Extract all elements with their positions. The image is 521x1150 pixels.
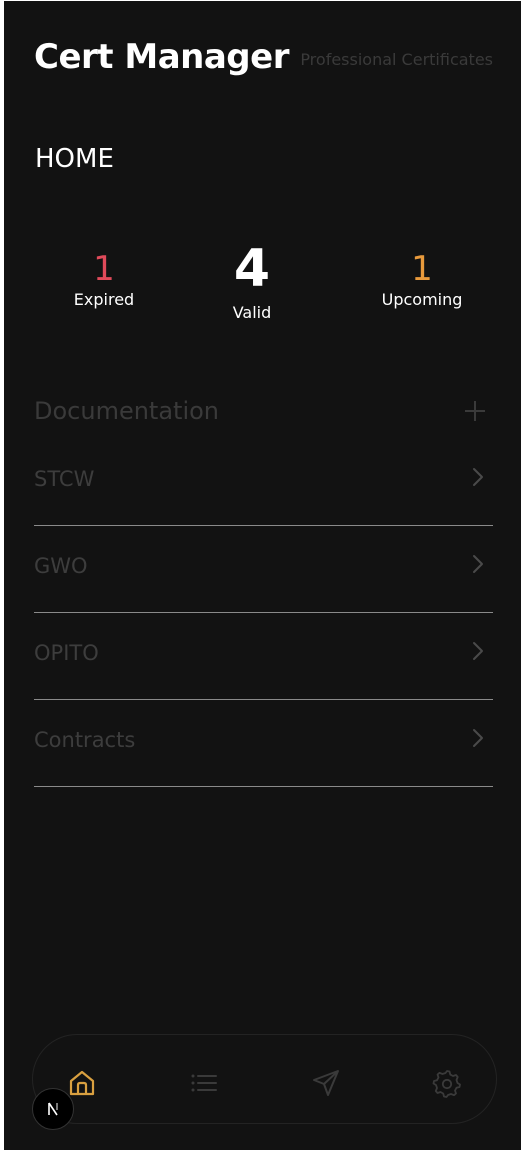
nav-list[interactable] [189, 1068, 219, 1098]
stats-summary: 1 Expired 4 Valid 1 Upcoming [34, 243, 493, 333]
stat-expired[interactable]: 1 Expired [34, 243, 174, 309]
chevron-right-icon [471, 641, 485, 665]
documentation-title: Documentation [34, 397, 220, 425]
gear-icon [432, 1070, 461, 1098]
doc-item-contracts[interactable]: Contracts [34, 700, 493, 787]
nav-home[interactable] [67, 1068, 97, 1098]
chevron-right-icon [471, 467, 485, 491]
next-logo-icon [48, 1102, 58, 1116]
doc-item-label: OPITO [34, 641, 99, 665]
home-icon [69, 1070, 95, 1096]
documentation-header: Documentation [34, 391, 493, 431]
app-header: Cert Manager Professional Certificates [34, 37, 493, 77]
page-title: HOME [35, 144, 114, 174]
stat-expired-value: 1 [93, 249, 115, 289]
documentation-list: STCW GWO OPITO Contracts [34, 439, 493, 787]
app-subtitle: Professional Certificates [300, 49, 493, 69]
stat-upcoming[interactable]: 1 Upcoming [352, 243, 492, 309]
stat-valid[interactable]: 4 Valid [182, 243, 322, 322]
plus-icon[interactable] [463, 399, 487, 423]
doc-item-opito[interactable]: OPITO [34, 613, 493, 700]
doc-item-gwo[interactable]: GWO [34, 526, 493, 613]
chevron-right-icon [471, 554, 485, 578]
nav-send[interactable] [311, 1068, 341, 1098]
doc-item-label: GWO [34, 554, 88, 578]
stat-valid-label: Valid [232, 303, 272, 322]
send-icon [313, 1070, 339, 1096]
doc-item-stcw[interactable]: STCW [34, 439, 493, 526]
app-title: Cert Manager [34, 37, 289, 77]
list-icon [191, 1074, 217, 1092]
stat-expired-label: Expired [73, 290, 135, 309]
stat-upcoming-label: Upcoming [381, 290, 463, 309]
next-dev-indicator[interactable] [32, 1088, 74, 1130]
stat-valid-value: 4 [233, 239, 271, 299]
bottom-nav [32, 1034, 497, 1124]
nav-settings[interactable] [432, 1068, 462, 1098]
app-frame: Cert Manager Professional Certificates H… [4, 1, 521, 1150]
doc-item-label: Contracts [34, 728, 136, 752]
stat-upcoming-value: 1 [411, 249, 433, 289]
chevron-right-icon [471, 728, 485, 752]
doc-item-label: STCW [34, 467, 95, 491]
